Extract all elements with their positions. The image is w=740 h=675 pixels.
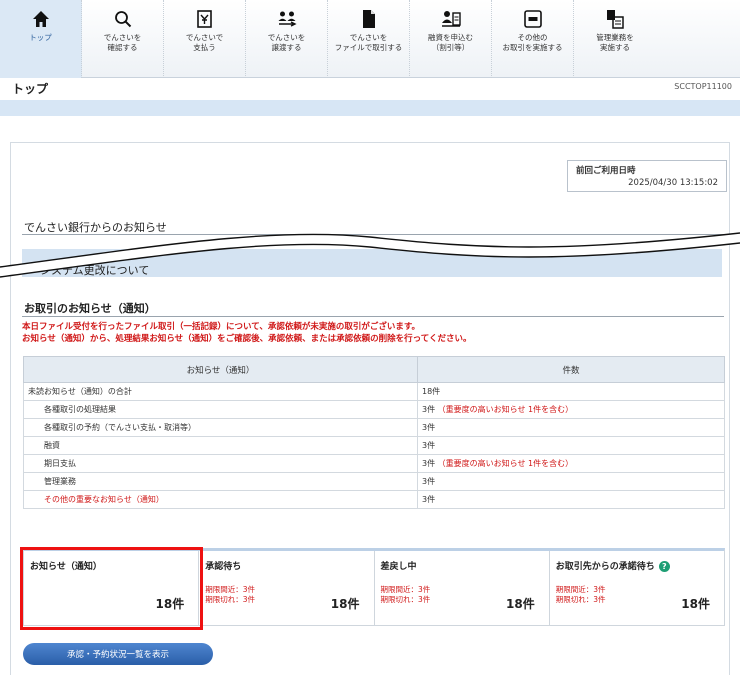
table-row: 期日支払 3件 （重要度の高いお知らせ 1件を含む） xyxy=(23,454,725,473)
summary-awaiting-approval[interactable]: 承認待ち 期限間近：3件 期限切れ：3件 18件 xyxy=(199,551,375,625)
summary-count: 18件 xyxy=(506,597,535,611)
row-name[interactable]: その他の重要なお知らせ（通知） xyxy=(23,490,418,509)
file-icon xyxy=(357,8,381,30)
nav-label: トップ xyxy=(29,33,52,42)
trade-notice-message: 本日ファイル受付を行ったファイル取引（一括記録）について、承認依頼が未実施の取引… xyxy=(22,322,472,344)
summary-deadline-info: 期限間近：3件 期限切れ：3件 xyxy=(205,585,256,604)
admin-icon xyxy=(603,8,627,30)
trade-notice-heading: お取引のお知らせ（通知） xyxy=(24,302,156,315)
header-band xyxy=(0,100,740,116)
nav-check-densai[interactable]: でんさいを 確認する xyxy=(82,0,164,78)
row-name: 融資 xyxy=(23,436,418,455)
approval-list-button[interactable]: 承認・予約状況一覧を表示 xyxy=(23,643,213,665)
nav-file-trade[interactable]: でんさいを ファイルで取引する xyxy=(328,0,410,78)
table-row: その他の重要なお知らせ（通知） 3件 xyxy=(23,490,725,509)
row-count: 3件 （重要度の高いお知らせ 1件を含む） xyxy=(417,400,725,419)
row-count: 3件 xyxy=(417,472,725,491)
home-icon xyxy=(29,8,53,30)
table-row: 各種取引の予約（でんさい支払・取消等） 3件 xyxy=(23,418,725,437)
payment-icon xyxy=(193,8,217,30)
divider xyxy=(22,316,724,317)
last-login-label: 前回ご利用日時 xyxy=(576,166,636,176)
help-icon[interactable]: ? xyxy=(658,561,670,572)
nav-transfer-densai[interactable]: でんさいを 譲渡する xyxy=(246,0,328,78)
nav-other-trade[interactable]: その他の お取引を実施する xyxy=(492,0,574,78)
loan-icon xyxy=(439,8,463,30)
nav-label: でんさいで 支払う xyxy=(185,33,224,52)
global-nav: トップ でんさいを 確認する でんさいで 支払う でんさいを 譲渡する でんさい… xyxy=(0,0,740,78)
nav-pay-densai[interactable]: でんさいで 支払う xyxy=(164,0,246,78)
nav-label: 融資を申込む （割引等） xyxy=(428,33,473,52)
importance-note: （重要度の高いお知らせ 1件を含む） xyxy=(437,405,574,414)
section-break xyxy=(0,232,740,278)
summary-partner-consent[interactable]: お取引先からの承諾待ち? 期限間近：3件 期限切れ：3件 18件 xyxy=(550,551,724,625)
nav-apply-loan[interactable]: 融資を申込む （割引等） xyxy=(410,0,492,78)
other-icon xyxy=(521,8,545,30)
search-icon xyxy=(111,8,135,30)
notice-count-table: お知らせ（通知） 件数 未読お知らせ（通知）の合計 18件 各種取引の処理結果 … xyxy=(23,356,725,509)
last-login-value: 2025/04/30 13:15:02 xyxy=(628,178,718,188)
nav-label: 管理業務を 実施する xyxy=(596,33,634,52)
summary-deadline-info: 期限間近：3件 期限切れ：3件 xyxy=(380,585,431,604)
nav-label: でんさいを ファイルで取引する xyxy=(334,33,403,52)
summary-title: お取引先からの承諾待ち? xyxy=(556,559,670,572)
row-name: 期日支払 xyxy=(23,454,418,473)
row-name: 未読お知らせ（通知）の合計 xyxy=(23,382,418,401)
row-name: 管理業務 xyxy=(23,472,418,491)
nav-admin[interactable]: 管理業務を 実施する xyxy=(574,0,656,78)
summary-deadline-info: 期限間近：3件 期限切れ：3件 xyxy=(555,585,606,604)
nav-label: でんさいを 確認する xyxy=(103,33,142,52)
summary-title: 差戻し中 xyxy=(380,562,417,572)
highlight-box xyxy=(20,547,203,630)
table-row: 未読お知らせ（通知）の合計 18件 xyxy=(23,382,725,401)
screen-id: SCCTOP11100 xyxy=(674,82,732,91)
row-count: 3件 （重要度の高いお知らせ 1件を含む） xyxy=(417,454,725,473)
page-title-bar: トップ SCCTOP11100 xyxy=(0,78,740,98)
row-count: 3件 xyxy=(417,418,725,437)
row-name: 各種取引の予約（でんさい支払・取消等） xyxy=(23,418,418,437)
summary-title: 承認待ち xyxy=(205,562,242,572)
row-count: 3件 xyxy=(417,490,725,509)
row-count: 18件 xyxy=(417,382,725,401)
transfer-icon xyxy=(275,8,299,30)
table-row: 融資 3件 xyxy=(23,436,725,455)
row-count: 3件 xyxy=(417,436,725,455)
table-row: 各種取引の処理結果 3件 （重要度の高いお知らせ 1件を含む） xyxy=(23,400,725,419)
table-row: 管理業務 3件 xyxy=(23,472,725,491)
summary-count: 18件 xyxy=(330,597,360,611)
row-name: 各種取引の処理結果 xyxy=(23,400,418,419)
importance-note: （重要度の高いお知らせ 1件を含む） xyxy=(437,459,574,468)
summary-sent-back[interactable]: 差戻し中 期限間近：3件 期限切れ：3件 18件 xyxy=(375,551,550,625)
table-header: 件数 xyxy=(417,356,725,383)
nav-top[interactable]: トップ xyxy=(0,0,82,78)
last-login-box: 前回ご利用日時 2025/04/30 13:15:02 xyxy=(567,160,727,192)
page-title: トップ xyxy=(12,82,49,96)
nav-label: でんさいを 譲渡する xyxy=(267,33,306,52)
summary-count: 18件 xyxy=(681,597,710,611)
nav-label: その他の お取引を実施する xyxy=(502,33,563,52)
table-header: お知らせ（通知） xyxy=(23,356,418,383)
